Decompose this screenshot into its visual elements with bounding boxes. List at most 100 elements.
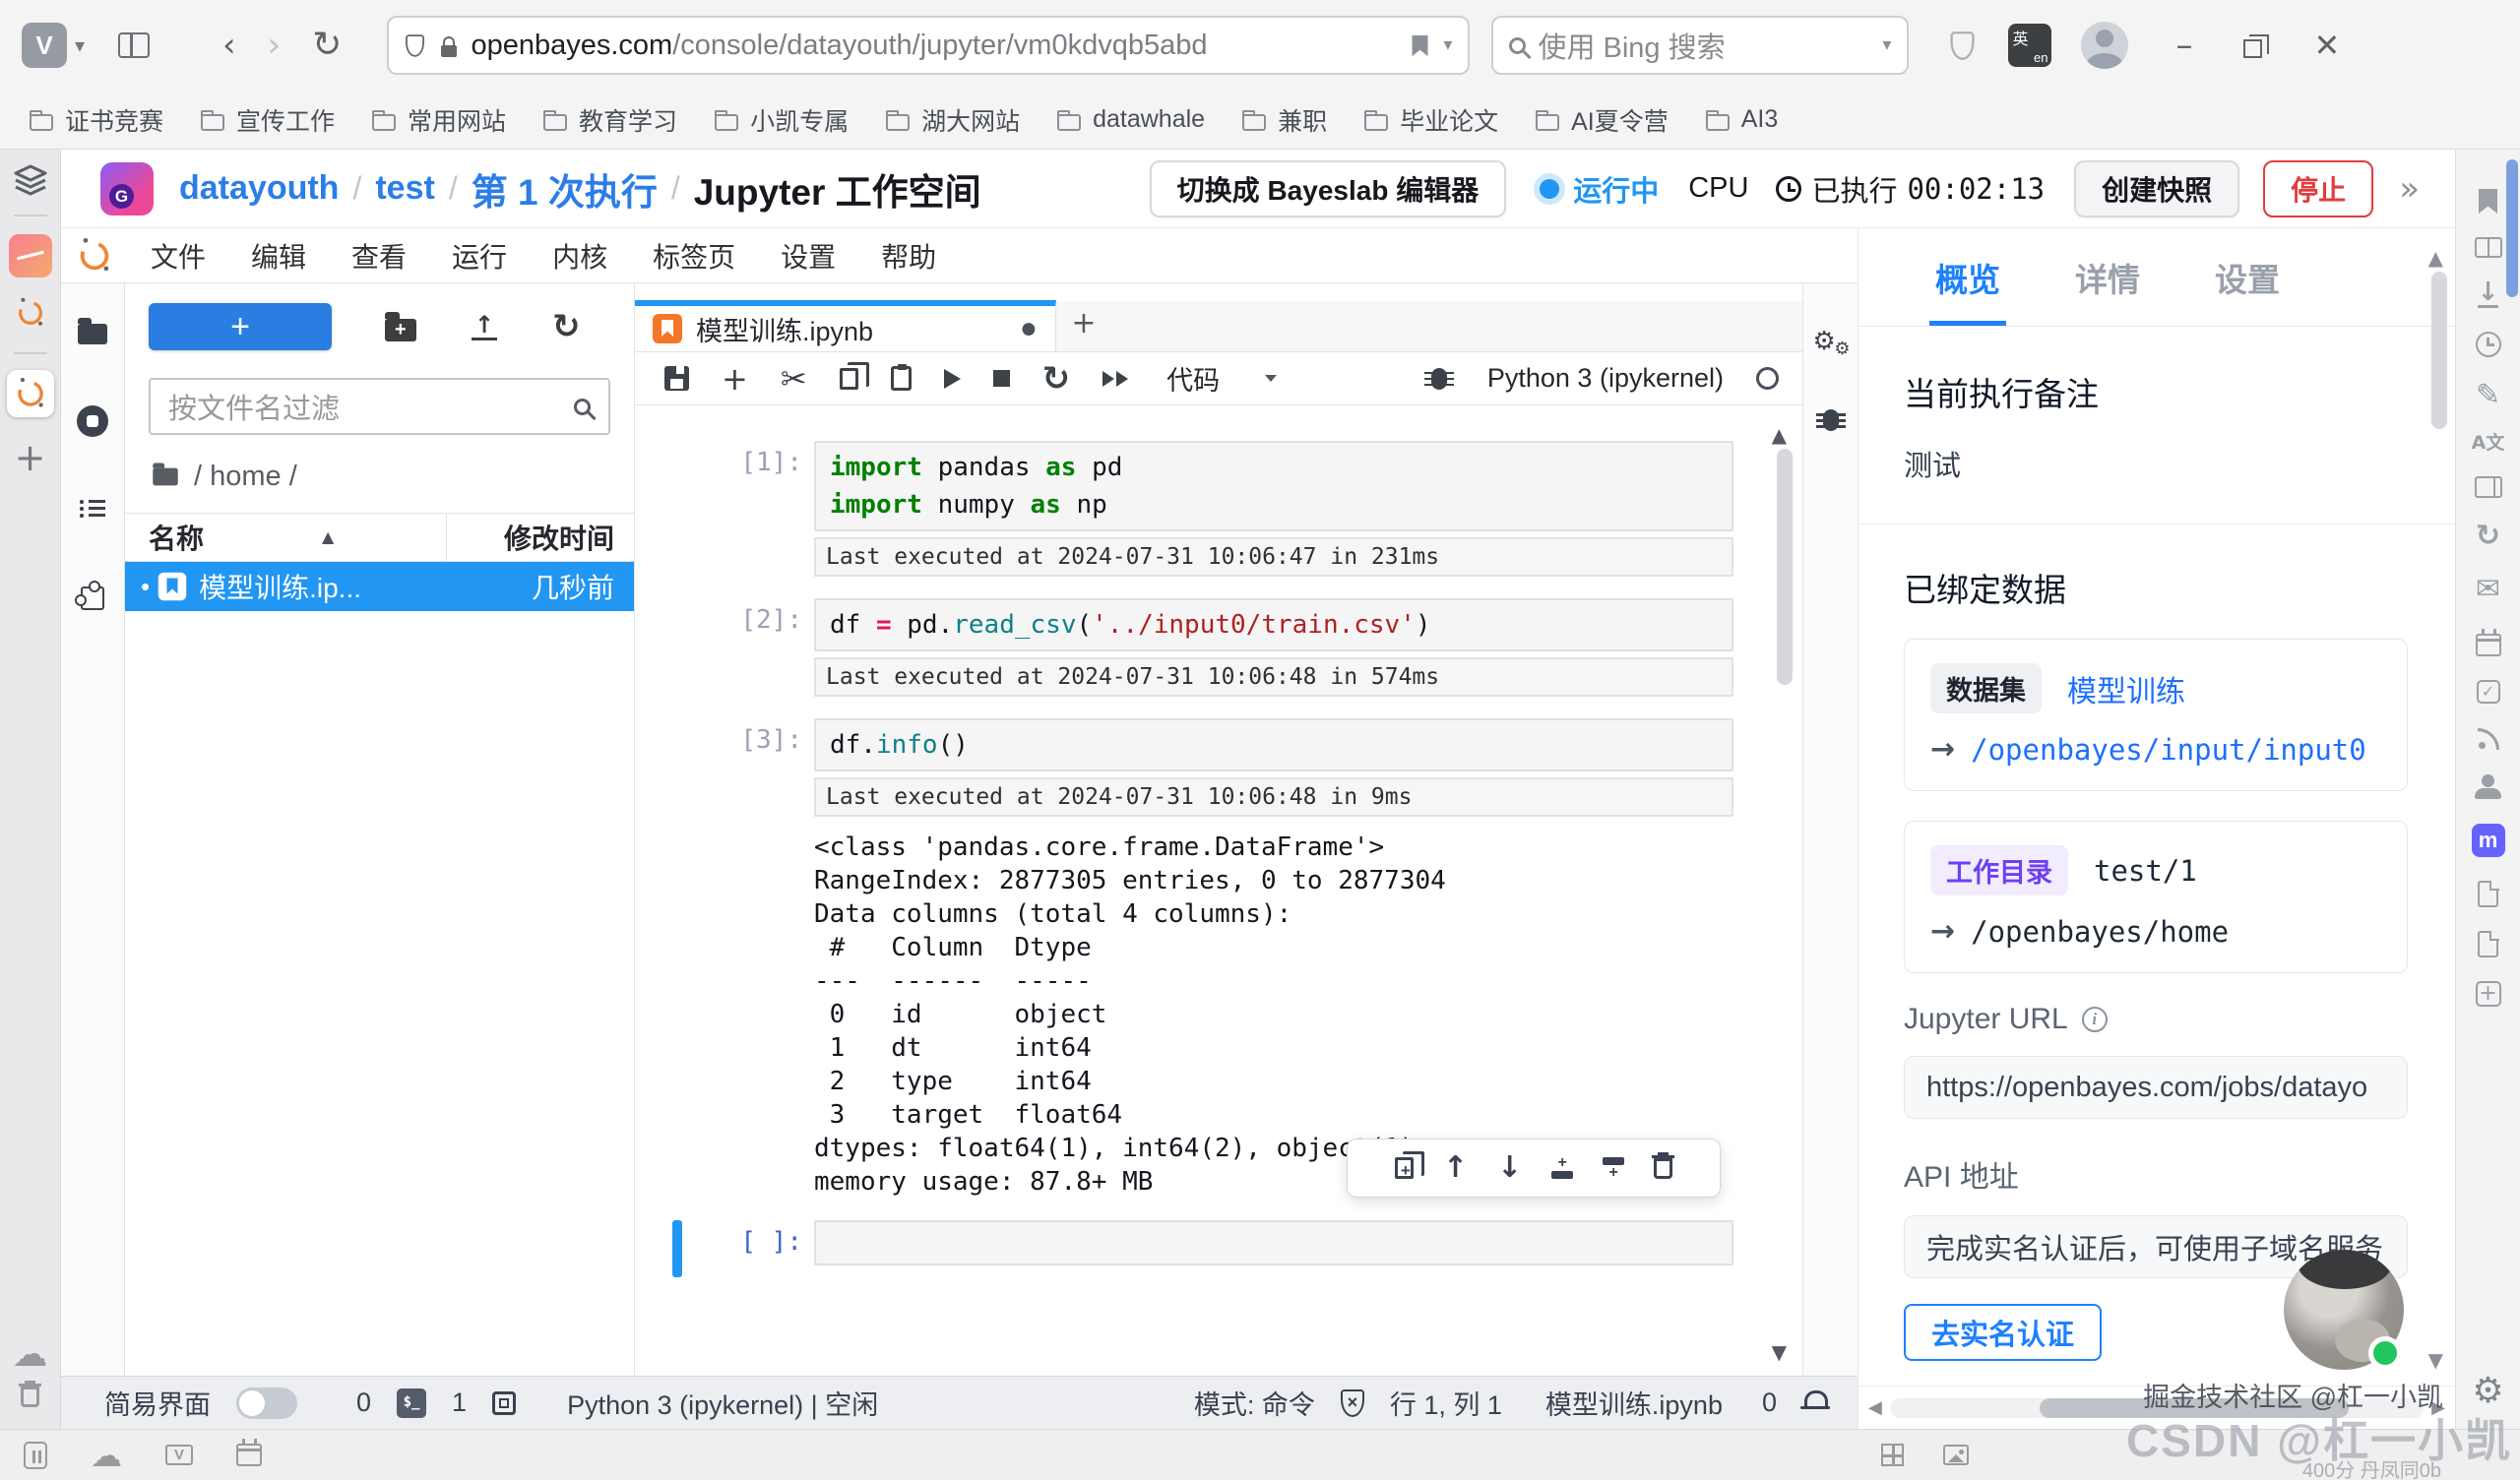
file-browser-tab-icon[interactable] (78, 324, 107, 344)
calendar-icon[interactable] (2476, 634, 2501, 656)
file-filter-input[interactable]: 按文件名过滤 (149, 378, 610, 435)
create-snapshot-button[interactable]: 创建快照 (2074, 160, 2239, 217)
panel-tab-openbayes[interactable] (7, 289, 54, 337)
bookmark-folder[interactable]: datawhale (1057, 105, 1205, 134)
bookmark-caret-icon[interactable]: ▾ (1443, 36, 1452, 54)
cell-editor[interactable]: df = pd.read_csv('../input0/train.csv') (814, 598, 1733, 651)
trust-shield-icon[interactable] (1341, 1389, 1364, 1417)
panel-scrollbar-thumb[interactable] (2431, 272, 2447, 429)
contacts-icon[interactable] (2482, 774, 2494, 787)
close-button[interactable]: ✕ (2313, 30, 2340, 61)
copy-cell-icon[interactable] (840, 368, 858, 390)
cloud-icon[interactable]: ☁ (91, 1440, 122, 1471)
code-cell[interactable]: [2]:df = pd.read_csv('../input0/train.cs… (647, 598, 1733, 697)
cell-type-dropdown[interactable]: 代码 (1166, 359, 1277, 398)
panel-scroll-up-icon[interactable]: ▲ (2428, 248, 2443, 268)
menu-item[interactable]: 设置 (758, 236, 858, 276)
refresh-icon[interactable]: ↻ (552, 310, 581, 343)
reload-icon[interactable]: ↻ (296, 29, 357, 62)
save-icon[interactable] (664, 366, 689, 391)
scroll-up-icon[interactable]: ▲ (1772, 425, 1787, 445)
bookmark-folder[interactable]: 小凯专属 (715, 102, 849, 138)
bookmark-folder[interactable]: 湖大网站 (886, 102, 1020, 138)
jupyter-url-field[interactable]: https://openbayes.com/jobs/datayo (1904, 1056, 2408, 1119)
stop-button[interactable]: 停止 (2263, 160, 2373, 217)
vivaldi-menu-caret-icon[interactable]: ▾ (75, 35, 85, 55)
cell-editor[interactable]: import pandas as pdimport numpy as np (814, 441, 1733, 531)
restart-kernel-icon[interactable]: ↻ (1042, 362, 1071, 396)
panel-tab-chart[interactable] (7, 232, 54, 279)
sync-icon[interactable]: ↻ (2476, 522, 2500, 551)
scroll-down-icon[interactable]: ▼ (1772, 1342, 1787, 1362)
bell-icon[interactable] (1802, 1388, 1828, 1418)
interrupt-kernel-icon[interactable] (993, 370, 1010, 387)
insert-cell-below-icon[interactable]: + (1603, 1157, 1624, 1179)
bookmarks-panel-icon[interactable] (2479, 189, 2497, 214)
tiling-icon[interactable] (1881, 1444, 1904, 1466)
panel-tab-openbayes-active[interactable] (7, 370, 54, 417)
debugger-tab-icon[interactable] (1823, 409, 1839, 431)
notebook-tab[interactable]: 模型训练.ipynb ● (635, 300, 1056, 351)
trash-icon[interactable] (21, 1387, 39, 1407)
add-cell-icon[interactable]: + (722, 363, 748, 395)
notebook-scroll-area[interactable]: [1]:import pandas as pdimport numpy as n… (635, 405, 1802, 1376)
kernel-status-text[interactable]: Python 3 (ipykernel) | 空闲 (567, 1384, 878, 1422)
info-icon[interactable] (2082, 1007, 2108, 1032)
new-launcher-button[interactable]: + (149, 303, 332, 350)
bookmark-folder[interactable]: 宣传工作 (201, 102, 335, 138)
history-icon[interactable] (2476, 332, 2501, 357)
page-scrollbar-thumb[interactable] (2506, 159, 2518, 297)
menu-item[interactable]: 运行 (429, 236, 530, 276)
toggle-images-icon[interactable] (1943, 1445, 1969, 1465)
add-panel-icon[interactable]: + (15, 439, 46, 476)
panel-toggle-icon[interactable] (118, 32, 150, 58)
notebook-scrollbar-thumb[interactable] (1777, 449, 1793, 685)
delete-cell-icon[interactable] (1654, 1158, 1672, 1179)
translate-icon[interactable]: A文 (2472, 434, 2505, 453)
mode-indicator[interactable]: 模式: 命令 (1194, 1384, 1315, 1422)
notes-icon[interactable]: ✎ (2476, 381, 2500, 410)
cut-cell-icon[interactable]: ✂ (781, 363, 807, 395)
code-cell[interactable]: [1]:import pandas as pdimport numpy as n… (647, 441, 1733, 577)
url-field[interactable]: openbayes.com/console/datayouth/jupyter/… (387, 16, 1470, 75)
bookmark-folder[interactable]: AI夏令营 (1536, 102, 1669, 138)
run-cell-icon[interactable] (944, 369, 961, 389)
bookmark-folder[interactable]: AI3 (1706, 105, 1779, 134)
menu-item[interactable]: 标签页 (630, 236, 758, 276)
web-panel-icon[interactable] (2478, 881, 2498, 907)
translate-extension-icon[interactable] (2008, 24, 2051, 67)
bookmark-page-icon[interactable] (1413, 34, 1428, 55)
menu-item[interactable]: 文件 (128, 236, 228, 276)
windows-panel-icon[interactable] (2475, 476, 2502, 498)
pause-animations-icon[interactable] (24, 1442, 47, 1469)
breadcrumb-org[interactable]: datayouth (179, 169, 339, 208)
unsaved-dot-icon[interactable]: ● (1020, 312, 1038, 345)
panel-scroll-down-icon[interactable]: ▼ (2428, 1350, 2443, 1370)
upload-icon[interactable]: ↑ (470, 313, 499, 340)
simple-ui-toggle[interactable] (236, 1388, 297, 1419)
forward-icon[interactable]: › (252, 29, 297, 62)
debugger-bug-icon[interactable] (1431, 368, 1447, 390)
feeds-icon[interactable] (2477, 727, 2500, 751)
breadcrumb-run[interactable]: 第 1 次执行 (472, 162, 658, 216)
breadcrumb-project[interactable]: test (375, 169, 434, 208)
tab-settings[interactable]: 设置 (2215, 228, 2280, 326)
new-folder-icon[interactable] (385, 319, 416, 341)
cell-editor[interactable]: df.info() (814, 718, 1733, 771)
vivaldi-mail-icon[interactable] (165, 1445, 193, 1465)
column-modified[interactable]: 修改时间 (447, 518, 634, 557)
menu-item[interactable]: 帮助 (858, 236, 959, 276)
profile-avatar[interactable] (2081, 22, 2128, 69)
home-folder-icon[interactable] (153, 468, 178, 486)
restart-run-all-icon[interactable] (1102, 371, 1128, 387)
add-web-panel-icon[interactable] (2476, 981, 2501, 1007)
restore-button[interactable] (2243, 39, 2262, 58)
tab-overview[interactable]: 概览 (1935, 228, 2000, 326)
menu-item[interactable]: 查看 (329, 236, 429, 276)
reading-list-icon[interactable] (2475, 237, 2502, 258)
cell-editor[interactable] (814, 1220, 1733, 1265)
layers-icon[interactable] (11, 163, 50, 199)
cloud-sync-icon[interactable]: ☁ (13, 1337, 48, 1373)
code-cell[interactable]: [3]:df.info()Last executed at 2024-07-31… (647, 718, 1733, 1199)
kernel-name[interactable]: Python 3 (ipykernel) (1487, 363, 1724, 394)
